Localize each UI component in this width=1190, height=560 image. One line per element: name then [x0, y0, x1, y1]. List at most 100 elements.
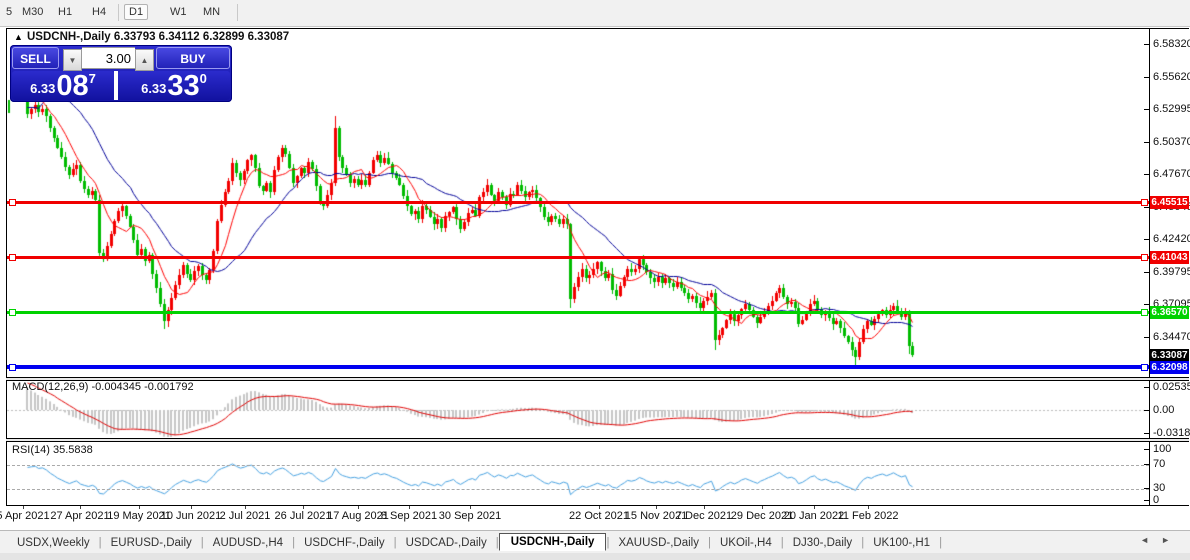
chart-tab-audusd-h4[interactable]: AUDUSD-,H4	[204, 535, 292, 551]
price-axis-tick	[1144, 142, 1149, 143]
time-axis-tick	[303, 506, 304, 509]
price-axis-tick	[1144, 304, 1149, 305]
chart-tab-usdx-weekly[interactable]: USDX,Weekly	[8, 535, 99, 551]
volume-increase-button[interactable]: ▲	[135, 49, 154, 71]
tab-separator: |	[939, 537, 942, 549]
chart-tab-uk100-h1[interactable]: UK100-,H1	[864, 535, 939, 551]
time-axis-tick	[470, 506, 471, 509]
chart-left-border	[6, 28, 7, 506]
time-axis-tick	[599, 506, 600, 509]
rsi-label: RSI(14) 35.5838	[12, 444, 93, 456]
chart-top-border	[6, 28, 1189, 29]
one-click-trading-panel: SELL ▼ ▲ BUY 6.33087 6.33330	[10, 45, 232, 102]
time-axis-label: 2 Jul 2021	[220, 510, 271, 522]
time-axis-label: 8 Sep 2021	[381, 510, 437, 522]
price-axis-tick	[1144, 109, 1149, 110]
rsi-value: 35.5838	[53, 444, 93, 456]
chart-tab-usdcad-daily[interactable]: USDCAD-,Daily	[397, 535, 496, 551]
buy-price-prefix: 6.33	[141, 81, 166, 96]
line-anchor-icon[interactable]	[9, 309, 16, 316]
line-anchor-icon[interactable]	[9, 199, 16, 206]
price-axis-label: 6.52995	[1153, 103, 1190, 115]
chart-tab-usdcnh-daily[interactable]: USDCNH-,Daily	[499, 533, 607, 551]
time-axis-tick	[814, 506, 815, 509]
time-axis-label: 30 Sep 2021	[439, 510, 501, 522]
volume-input[interactable]	[82, 47, 135, 69]
time-axis-tick	[23, 506, 24, 509]
rsi-axis-tick	[1144, 500, 1149, 501]
time-axis-tick	[409, 506, 410, 509]
time-axis-line	[6, 505, 1189, 506]
price-axis-label: 6.58320	[1153, 38, 1190, 50]
horizontal-line-6.36570[interactable]	[7, 311, 1149, 314]
chart-tab-ukoil-h4[interactable]: UKOil-,H4	[711, 535, 781, 551]
price-axis-tick	[1144, 44, 1149, 45]
macd-signal-value: -0.001792	[144, 381, 194, 393]
badge-anchor-icon	[1141, 309, 1148, 316]
time-axis-label: 26 Jul 2021	[275, 510, 332, 522]
badge-anchor-icon	[1141, 254, 1148, 261]
time-axis-tick	[80, 506, 81, 509]
rsi-axis-tick	[1144, 464, 1149, 465]
macd-axis-label: -0.03183	[1153, 427, 1190, 439]
volume-decrease-button[interactable]: ▼	[63, 49, 82, 71]
chart-tab-usdchf-daily[interactable]: USDCHF-,Daily	[295, 535, 394, 551]
bottom-strip	[0, 553, 1190, 560]
price-axis-label: 6.55620	[1153, 71, 1190, 83]
time-axis-label: 5 Apr 2021	[0, 510, 50, 522]
time-axis-label: 10 Jun 2021	[161, 510, 222, 522]
volume-stepper: ▼ ▲	[63, 47, 154, 69]
time-axis-tick	[139, 506, 140, 509]
chart-symbol-label: USDCNH-,Daily	[27, 31, 111, 43]
time-axis-label: 20 Jan 2022	[784, 510, 845, 522]
rsi-axis-label: 70	[1153, 458, 1165, 470]
macd-axis-label: 0.025357	[1153, 381, 1190, 393]
price-axis-label: 6.47670	[1153, 168, 1190, 180]
buy-price-main: 33	[167, 73, 199, 99]
rsi-axis-tick	[1144, 449, 1149, 450]
panel-separator	[6, 441, 1189, 442]
sell-price-pip: 7	[89, 71, 96, 86]
price-axis-tick	[1144, 337, 1149, 338]
buy-price-display[interactable]: 6.33330	[118, 71, 230, 100]
chart-ohlc-values: 6.33793 6.34112 6.32899 6.33087	[114, 31, 289, 43]
rsi-level-70-line	[7, 465, 1149, 466]
rsi-axis-tick	[1144, 488, 1149, 489]
sell-price-display[interactable]: 6.33087	[12, 71, 114, 100]
macd-axis-label: 0.00	[1153, 404, 1174, 416]
time-axis-tick	[656, 506, 657, 509]
time-axis-tick	[358, 506, 359, 509]
sell-button[interactable]: SELL	[12, 47, 59, 69]
sell-price-main: 08	[56, 73, 88, 99]
time-axis-tick	[245, 506, 246, 509]
horizontal-line-6.32098[interactable]	[7, 365, 1149, 369]
buy-price-pip: 0	[200, 71, 207, 86]
time-axis-tick	[704, 506, 705, 509]
time-axis-label: 11 Feb 2022	[838, 510, 899, 522]
line-anchor-icon[interactable]	[9, 364, 16, 371]
chart-tab-dj30-daily[interactable]: DJ30-,Daily	[784, 535, 861, 551]
chart-tab-eurusd-daily[interactable]: EURUSD-,Daily	[102, 535, 201, 551]
sell-price-prefix: 6.33	[30, 81, 55, 96]
macd-axis-tick	[1144, 387, 1149, 388]
chart-tab-xauusd-daily[interactable]: XAUUSD-,Daily	[609, 535, 708, 551]
price-badge-6.36570: 6.36570	[1150, 306, 1189, 319]
price-axis-label: 6.42420	[1153, 233, 1190, 245]
price-axis-line	[1149, 28, 1150, 506]
rsi-level-30-line	[7, 489, 1149, 490]
line-anchor-icon[interactable]	[9, 254, 16, 261]
horizontal-line-6.41043[interactable]	[7, 256, 1149, 259]
price-badge-6.32098: 6.32098	[1150, 361, 1189, 374]
price-axis-label: 6.50370	[1153, 136, 1190, 148]
rsi-axis-label: 0	[1153, 494, 1159, 506]
buy-button[interactable]: BUY	[156, 47, 230, 69]
price-axis-label: 6.39795	[1153, 266, 1190, 278]
price-axis-tick	[1144, 207, 1149, 208]
price-axis-tick	[1144, 174, 1149, 175]
price-axis-label: 6.34470	[1153, 331, 1190, 343]
tab-scroll-arrows[interactable]: ◄►	[1140, 535, 1182, 545]
rsi-axis-label: 100	[1153, 443, 1171, 455]
chart-title: USDCNH-,Daily 6.33793 6.34112 6.32899 6.…	[27, 31, 289, 43]
one-click-collapse-icon[interactable]: ▲	[14, 32, 23, 42]
horizontal-line-6.45515[interactable]	[7, 201, 1149, 204]
